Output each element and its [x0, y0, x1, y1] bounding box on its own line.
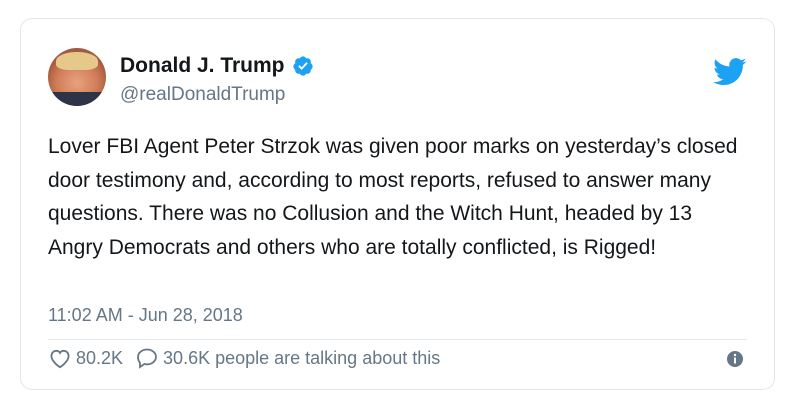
name-row: Donald J. Trump [120, 54, 314, 78]
tweet-text: Lover FBI Agent Peter Strzok was given p… [48, 135, 738, 259]
twitter-bird-icon[interactable] [713, 58, 747, 86]
tweet-timestamp[interactable]: 11:02 AM - Jun 28, 2018 [48, 305, 243, 326]
avatar-suit [48, 92, 106, 106]
like-count: 80.2K [76, 347, 124, 368]
speech-bubble-icon [137, 348, 157, 369]
tweet-header: Donald J. Trump @realDonaldTrump [48, 48, 747, 108]
tweet-actions: 80.2K 30.6K people are talking about thi… [48, 344, 440, 372]
heart-icon [50, 349, 70, 369]
display-name[interactable]: Donald J. Trump [120, 54, 285, 78]
tweet-card[interactable]: Donald J. Trump @realDonaldTrump Lover F… [20, 18, 775, 390]
talking-count: 30.6K people are talking about this [163, 347, 441, 368]
handle[interactable]: @realDonaldTrump [120, 84, 285, 106]
conversation-button[interactable]: 30.6K people are talking about this [135, 346, 440, 370]
like-button[interactable]: 80.2K [48, 346, 123, 370]
avatar-hair [56, 52, 98, 70]
info-icon[interactable] [726, 350, 744, 368]
verified-badge-icon [292, 56, 313, 76]
avatar[interactable] [48, 48, 106, 106]
divider [48, 339, 747, 340]
